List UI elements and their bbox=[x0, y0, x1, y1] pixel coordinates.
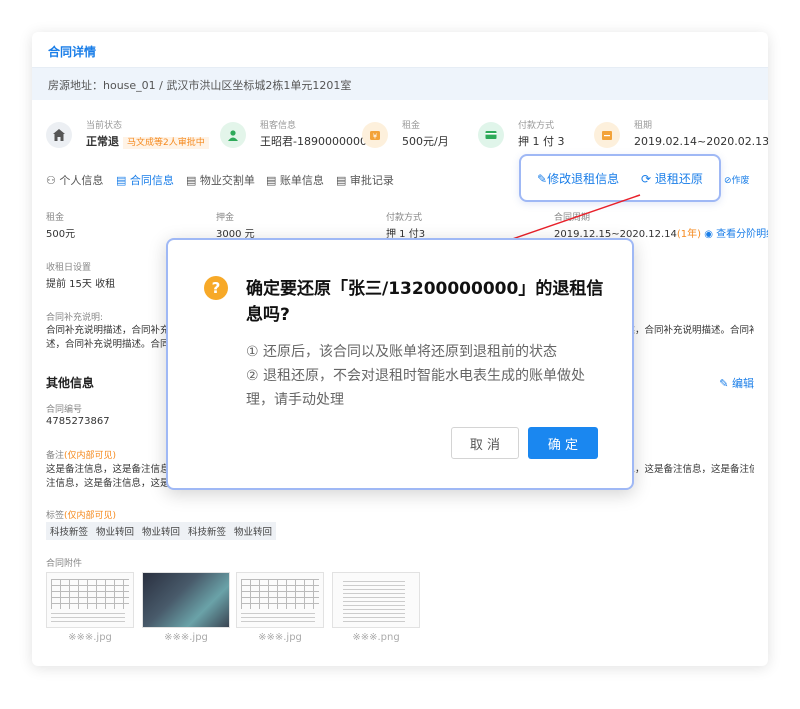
svg-text:¥: ¥ bbox=[373, 133, 378, 141]
attachment-thumbnail[interactable] bbox=[46, 572, 134, 628]
rent-label: 租金 bbox=[402, 121, 421, 131]
address-bar: 房源地址：house_01 / 武汉市洪山区坐标城2栋1单元1201室 bbox=[32, 68, 768, 100]
summary-row: 当前状态 正常退 马文成等2人审批中 租客信息 王昭君-18900000000 ¥… bbox=[46, 118, 768, 156]
dialog-line-1: ① 还原后，该合同以及账单将还原到退租前的状态 bbox=[246, 344, 557, 360]
dialog-description: ① 还原后，该合同以及账单将还原到退租前的状态 ② 退租还原，不会对退租时智能水… bbox=[246, 340, 606, 412]
tenant-value: 王昭君-18900000000 bbox=[260, 135, 374, 148]
dialog-line-2: ② 退租还原，不会对退租时智能水电表生成的账单做处理，请手动处理 bbox=[246, 368, 585, 408]
summary-rent: ¥ 租金 500元/月 bbox=[362, 118, 472, 156]
dialog-title: 确定要还原「张三/13200000000」的退租信息吗? bbox=[246, 279, 604, 325]
attachments-label: 合同附件 bbox=[46, 559, 83, 569]
summary-term: 租期 2019.02.14~2020.02.13（1年） bbox=[594, 118, 768, 156]
term-label: 租期 bbox=[634, 121, 653, 131]
status-label: 当前状态 bbox=[86, 121, 123, 131]
attachment-name: ※※※.jpg bbox=[164, 632, 208, 643]
tab-contract-info[interactable]: ▤ 合同信息 bbox=[116, 172, 174, 188]
modify-checkout-button[interactable]: ✎修改退租信息 bbox=[537, 170, 619, 187]
attachment-thumbnail[interactable] bbox=[142, 572, 230, 628]
attachment-name: ※※※.png bbox=[352, 632, 400, 643]
payment-label: 付款方式 bbox=[518, 121, 555, 131]
pencil-icon: ✎ bbox=[719, 377, 732, 390]
doc-icon: ▤ bbox=[116, 174, 130, 187]
tag-item: 物业转回 bbox=[138, 522, 185, 540]
tag-item: 科技新签 bbox=[46, 522, 93, 540]
status-value: 正常退 马文成等2人审批中 bbox=[86, 133, 209, 149]
card-title: 合同详情 bbox=[32, 32, 768, 68]
tag-item: 物业转回 bbox=[92, 522, 139, 540]
attachment-name: ※※※.jpg bbox=[258, 632, 302, 643]
tab-approval-records[interactable]: ▤ 审批记录 bbox=[336, 172, 394, 188]
approval-badge: 马文成等2人审批中 bbox=[123, 137, 209, 149]
action-popover: ✎修改退租信息 ⟳ 退租还原 bbox=[519, 154, 721, 202]
void-button[interactable]: ⊘作废 bbox=[724, 173, 750, 186]
rent-field-label: 租金 bbox=[46, 213, 65, 223]
card-icon bbox=[478, 122, 504, 148]
edit-button[interactable]: ✎ 编辑 bbox=[719, 375, 754, 391]
rent-value: 500元/月 bbox=[402, 135, 449, 148]
payment-value: 押 1 付 3 bbox=[518, 135, 565, 148]
cancel-button[interactable]: 取 消 bbox=[451, 427, 519, 459]
tag-item: 物业转回 bbox=[230, 522, 277, 540]
view-period-detail-link[interactable]: ◉ 查看分阶明细 bbox=[704, 229, 768, 240]
confirm-button[interactable]: 确 定 bbox=[528, 427, 598, 459]
attachment-name: ※※※.jpg bbox=[68, 632, 112, 643]
payment-field-label: 付款方式 bbox=[386, 213, 423, 223]
tag-item: 科技新签 bbox=[184, 522, 231, 540]
tab-handover[interactable]: ▤ 物业交割单 bbox=[186, 172, 255, 188]
home-icon bbox=[46, 122, 72, 148]
record-icon: ▤ bbox=[336, 174, 350, 187]
collect-label: 收租日设置 bbox=[46, 263, 92, 273]
summary-tenant: 租客信息 王昭君-18900000000 bbox=[220, 118, 374, 156]
tags-label: 标签(仅内部可见) bbox=[46, 511, 117, 521]
refresh-icon: ⟳ bbox=[641, 172, 655, 186]
question-icon: ? bbox=[204, 276, 228, 300]
contract-no-label: 合同编号 bbox=[46, 405, 83, 415]
other-info-title: 其他信息 bbox=[46, 376, 95, 390]
receipt-icon: ▤ bbox=[266, 174, 280, 187]
deposit-label: 押金 bbox=[216, 213, 235, 223]
term-value: 2019.02.14~2020.02.13（1年） bbox=[634, 135, 768, 148]
clipboard-icon: ▤ bbox=[186, 174, 200, 187]
contract-no-value: 4785273867 bbox=[46, 416, 110, 427]
tenant-label: 租客信息 bbox=[260, 121, 297, 131]
calendar-icon bbox=[594, 122, 620, 148]
summary-payment: 付款方式 押 1 付 3 bbox=[478, 118, 588, 156]
remark-label: 备注(仅内部可见) bbox=[46, 451, 117, 461]
collect-value: 提前 15天 收租 bbox=[46, 279, 116, 290]
supplement-label: 合同补充说明: bbox=[46, 313, 104, 323]
attachment-thumbnail[interactable] bbox=[332, 572, 420, 628]
user-outline-icon: ⚇ bbox=[46, 174, 60, 187]
period-label: 合同周期 bbox=[554, 213, 591, 223]
summary-status: 当前状态 正常退 马文成等2人审批中 bbox=[46, 118, 209, 156]
pencil-icon: ✎ bbox=[537, 172, 548, 186]
user-icon bbox=[220, 122, 246, 148]
rent-field-value: 500元 bbox=[46, 229, 76, 240]
block-icon: ⊘ bbox=[724, 176, 732, 186]
money-icon: ¥ bbox=[362, 122, 388, 148]
restore-confirm-dialog: ? 确定要还原「张三/13200000000」的退租信息吗? ① 还原后，该合同… bbox=[166, 238, 634, 490]
attachment-thumbnail[interactable] bbox=[236, 572, 324, 628]
eye-icon: ◉ bbox=[704, 229, 713, 240]
tab-personal-info[interactable]: ⚇ 个人信息 bbox=[46, 172, 103, 188]
tab-bill-info[interactable]: ▤ 账单信息 bbox=[266, 172, 324, 188]
restore-checkout-button[interactable]: ⟳ 退租还原 bbox=[641, 170, 703, 187]
